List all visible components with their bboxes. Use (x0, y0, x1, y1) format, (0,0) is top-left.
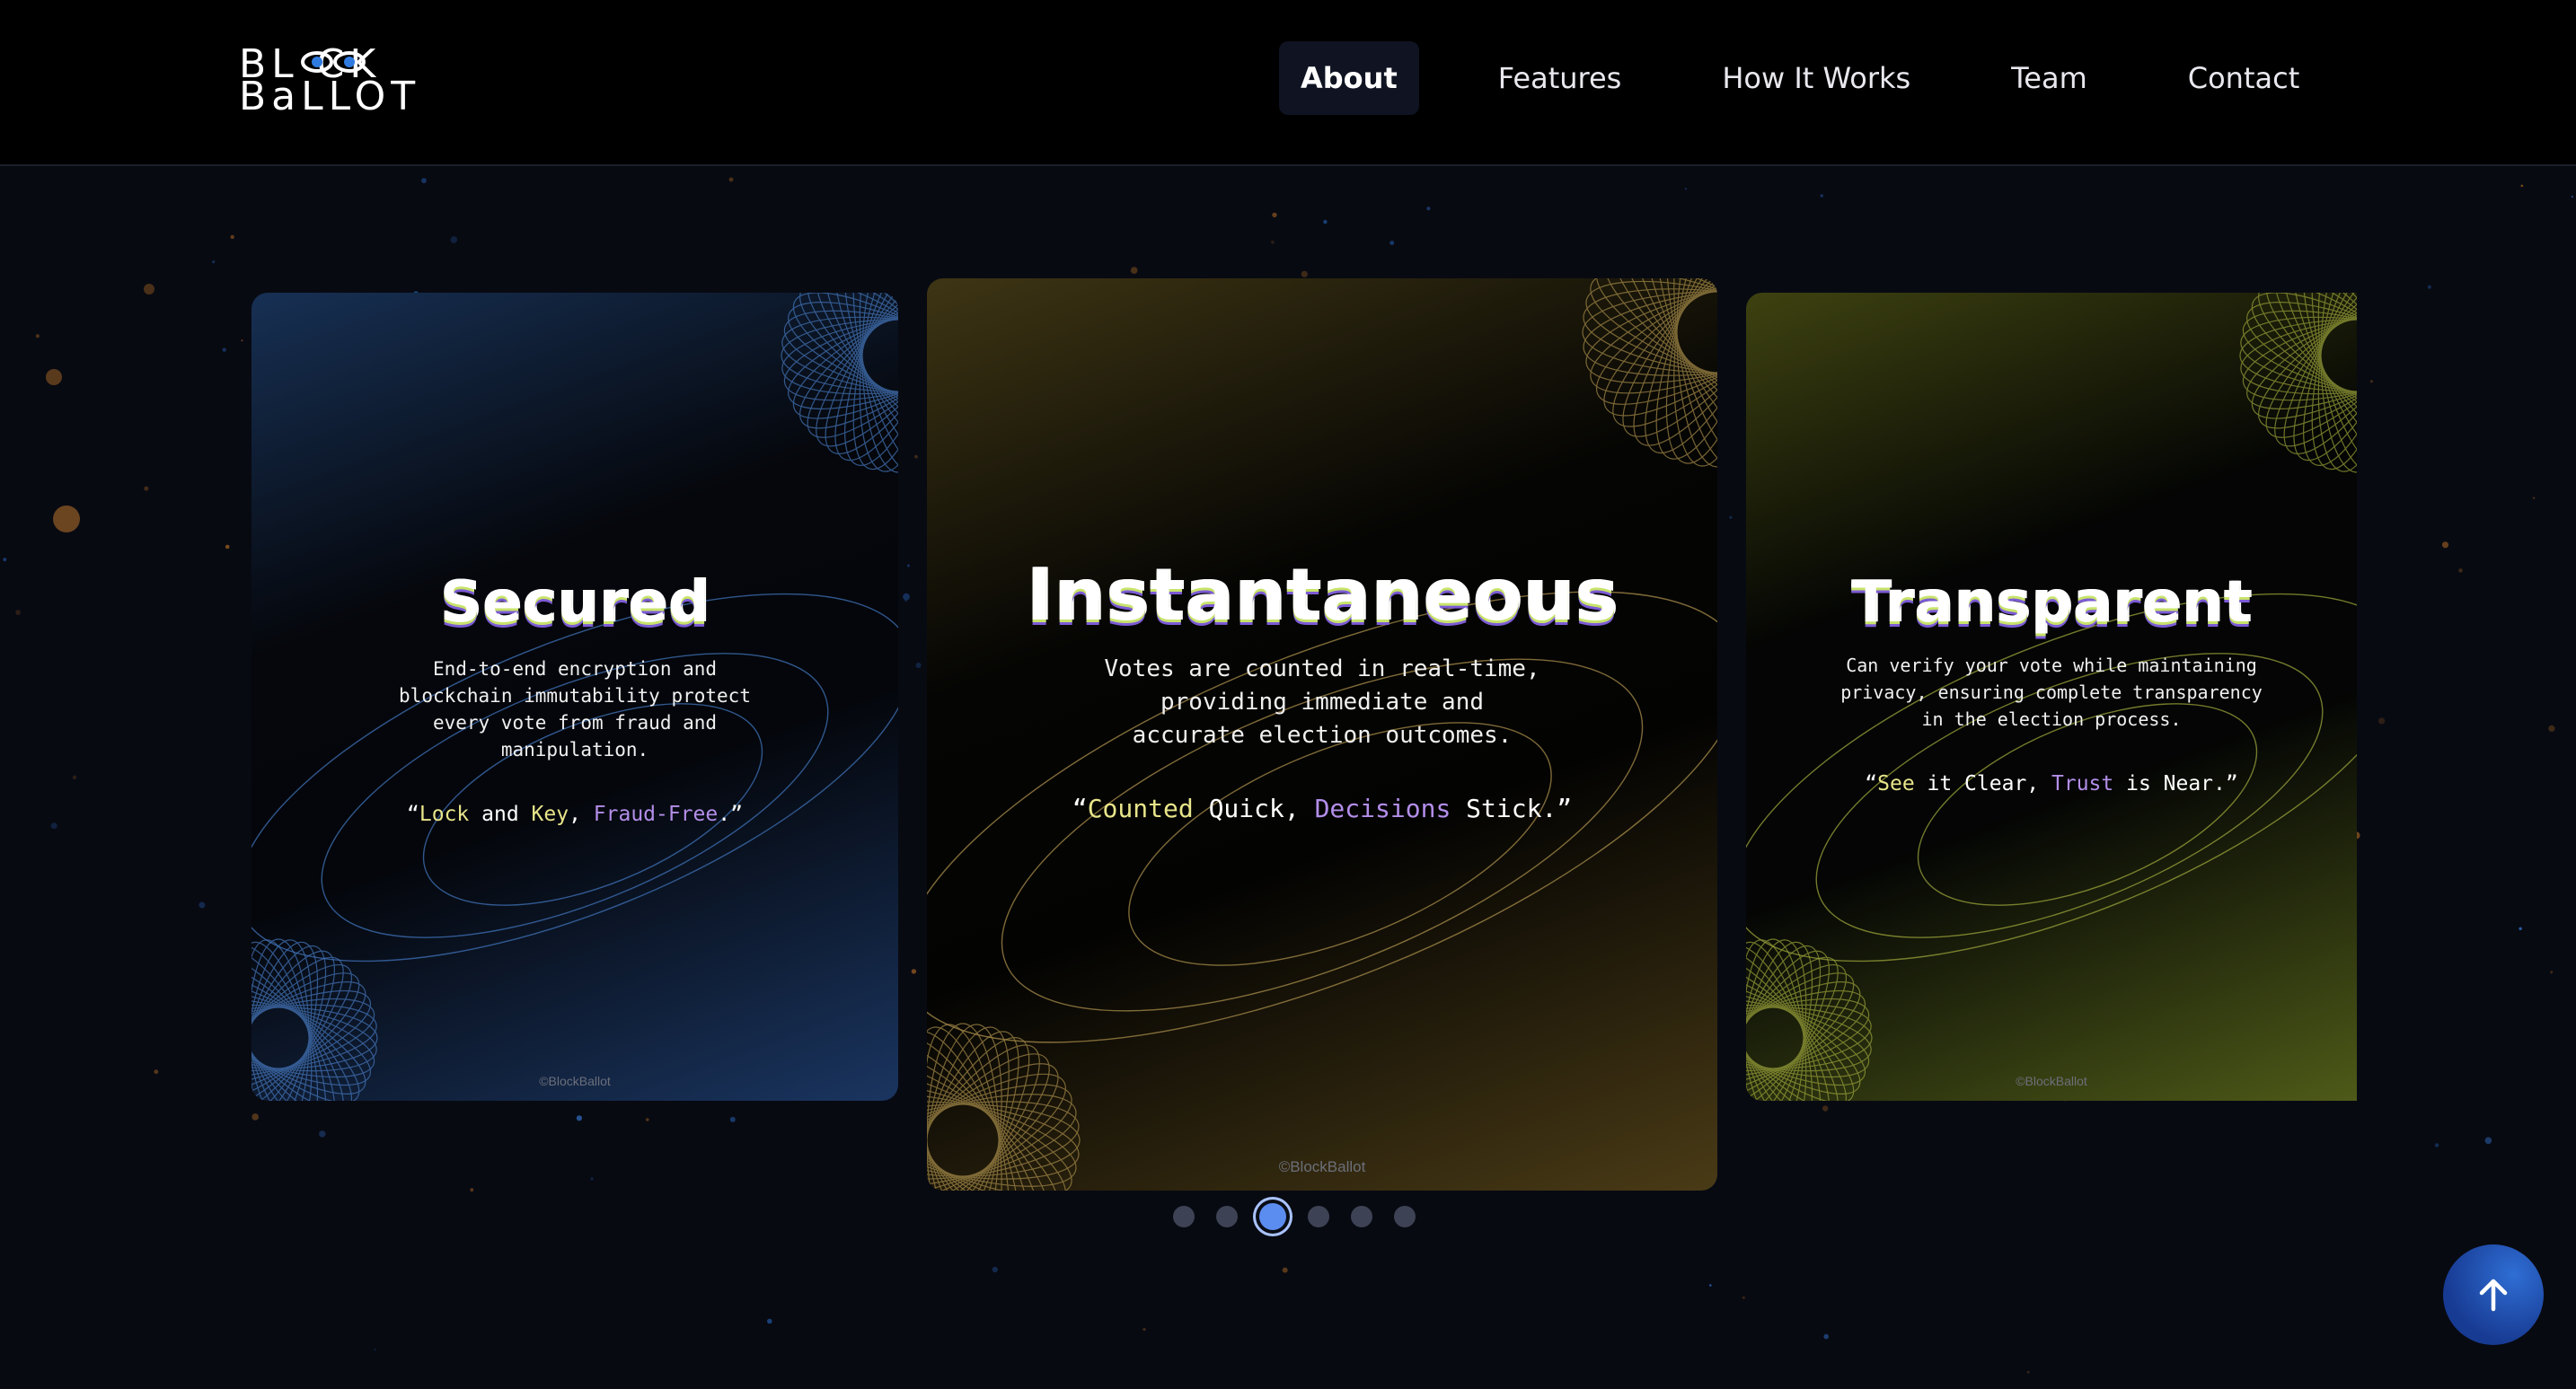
carousel-dot[interactable] (1308, 1206, 1329, 1227)
carousel-dot[interactable] (1394, 1206, 1416, 1227)
carousel-card-secured[interactable]: Secured End-to-end encryption and blockc… (251, 293, 898, 1101)
blockballot-logo[interactable]: BL CK BaLLOT (232, 41, 415, 117)
card-description: Can verify your vote while maintaining p… (1840, 655, 2263, 730)
card-title: Instantaneous (1026, 553, 1619, 637)
card-quote: “Lock and Key, Fraud-Free.” (407, 803, 743, 826)
carousel-card-transparent[interactable]: Transparent Can verify your vote while m… (1746, 293, 2357, 1101)
nav-menu: About Features How It Works Team Contact (1279, 41, 2321, 115)
nav-item-about[interactable]: About (1279, 41, 1419, 115)
card-title: Secured (439, 569, 710, 636)
carousel-dot[interactable] (1351, 1206, 1372, 1227)
carousel-pagination (1173, 1203, 1437, 1230)
nav-item-features[interactable]: Features (1477, 41, 1644, 115)
logo-line-2: BaLLOT (239, 74, 421, 119)
card-description: End-to-end encryption and blockchain imm… (399, 658, 751, 760)
carousel-dot[interactable] (1216, 1206, 1238, 1227)
card-footer-mark: ©BlockBallot (2016, 1074, 2087, 1088)
card-title: Transparent (1850, 569, 2253, 636)
card-quote: “Counted Quick, Decisions Stick.” (1072, 794, 1573, 823)
card-quote: “See it Clear, Trust is Near.” (1865, 772, 2238, 796)
carousel-dot-active[interactable] (1259, 1203, 1286, 1230)
arrow-up-icon (2479, 1279, 2508, 1312)
logo-eyes-icon (301, 51, 366, 73)
card-description: Votes are counted in real-time, providin… (1104, 655, 1540, 749)
card-footer-mark: ©BlockBallot (1278, 1158, 1366, 1175)
nav-item-contact[interactable]: Contact (2166, 41, 2322, 115)
nav-item-how-it-works[interactable]: How It Works (1700, 41, 1932, 115)
card-footer-mark: ©BlockBallot (539, 1074, 611, 1088)
carousel-dot[interactable] (1173, 1206, 1195, 1227)
top-navbar: BL CK BaLLOT About Features How It Works… (0, 0, 2576, 166)
scroll-to-top-button[interactable] (2443, 1244, 2544, 1345)
carousel-card-instantaneous[interactable]: Instantaneous Votes are counted in real-… (927, 278, 1717, 1191)
nav-item-team[interactable]: Team (1989, 41, 2109, 115)
